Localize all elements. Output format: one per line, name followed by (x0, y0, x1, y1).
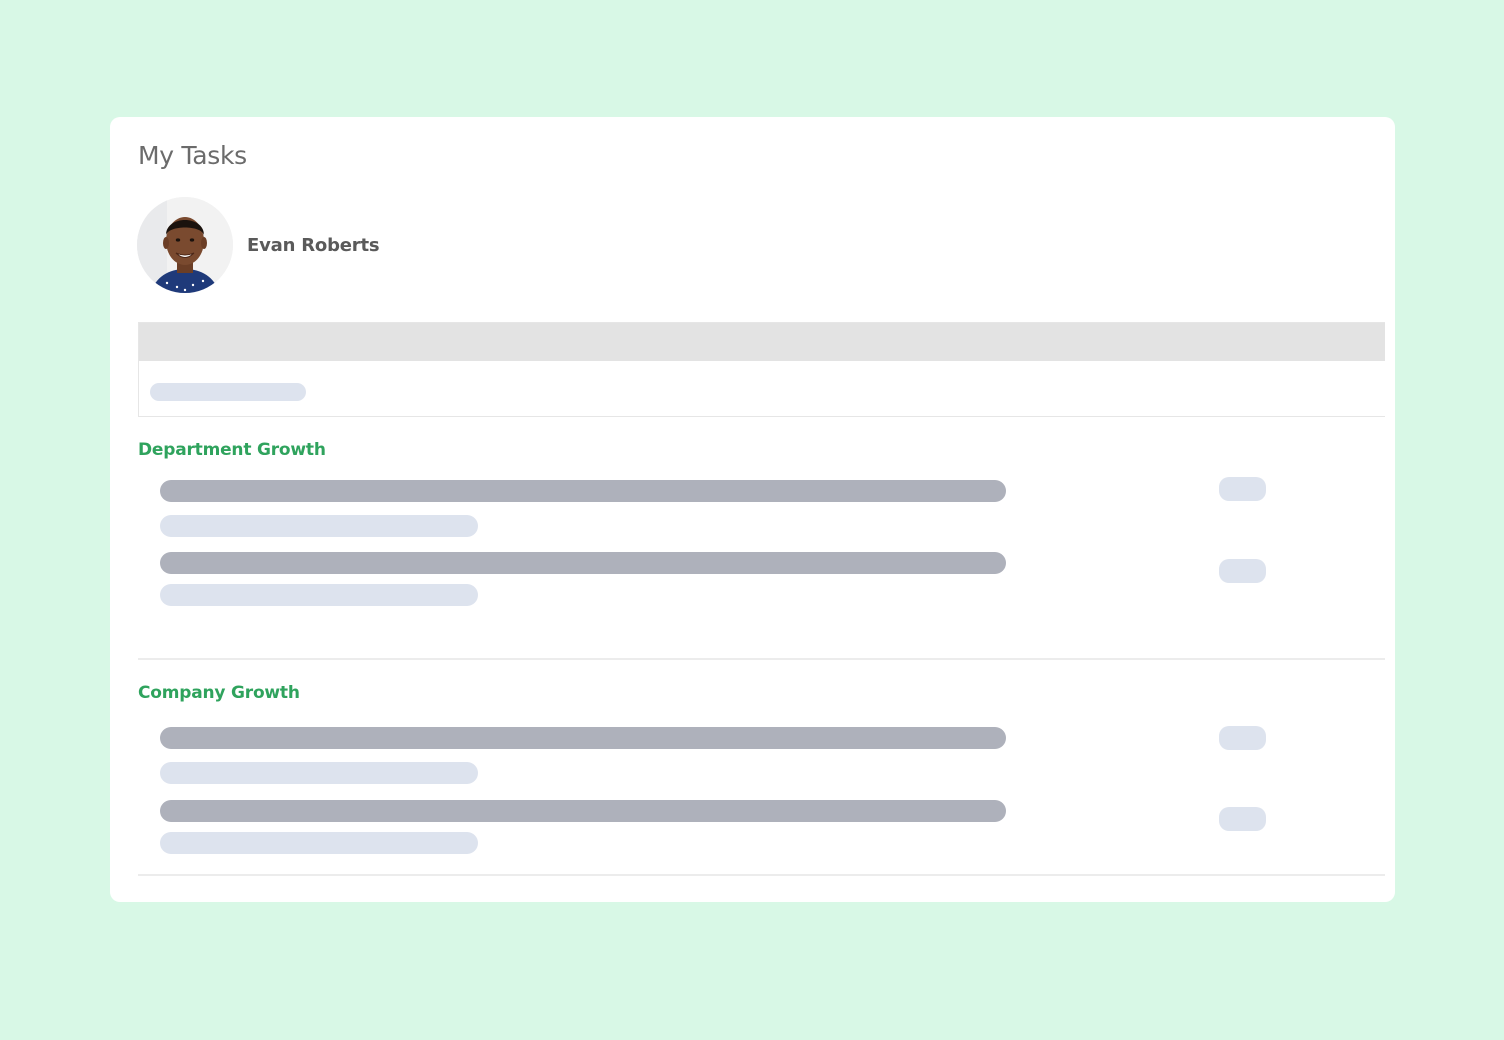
task-subtitle-placeholder (160, 832, 478, 854)
task-title-placeholder[interactable] (160, 800, 1006, 822)
task-title-placeholder[interactable] (160, 727, 1006, 749)
task-title-placeholder[interactable] (160, 552, 1006, 574)
section-title-department-growth: Department Growth (138, 440, 326, 460)
task-title-placeholder[interactable] (160, 480, 1006, 502)
section-title-company-growth: Company Growth (138, 683, 300, 703)
page-title: My Tasks (138, 141, 247, 170)
task-subtitle-placeholder (160, 515, 478, 537)
table-row-placeholder (150, 383, 306, 401)
user-row[interactable]: Evan Roberts (137, 197, 380, 293)
table-header (139, 323, 1385, 361)
section-divider (138, 874, 1385, 876)
task-status-chip[interactable] (1219, 807, 1266, 831)
tasks-table (138, 322, 1385, 417)
task-subtitle-placeholder (160, 584, 478, 606)
section-divider (138, 658, 1385, 660)
user-name[interactable]: Evan Roberts (247, 235, 380, 256)
my-tasks-card: My Tasks Evan Roberts Department Growth … (110, 117, 1395, 902)
task-subtitle-placeholder (160, 762, 478, 784)
task-status-chip[interactable] (1219, 477, 1266, 501)
user-avatar-icon (137, 197, 233, 293)
task-status-chip[interactable] (1219, 726, 1266, 750)
task-status-chip[interactable] (1219, 559, 1266, 583)
avatar[interactable] (137, 197, 233, 293)
